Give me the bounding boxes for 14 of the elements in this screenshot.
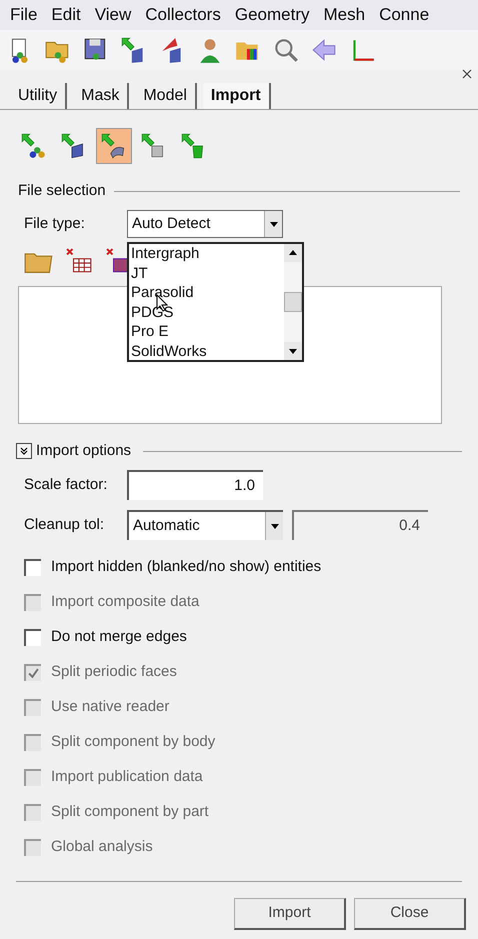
checkbox-label: Import hidden (blanked/no show) entities [51, 557, 322, 578]
checkbox-label: Global analysis [51, 837, 153, 858]
checkbox-label: Split component by part [51, 802, 209, 822]
checkbox-label: Import publication data [51, 767, 203, 788]
checkbox-label: Import composite data [51, 592, 200, 612]
checkbox-label: Split periodic faces [51, 662, 177, 682]
section-title: File selection [18, 180, 106, 201]
field-label: File type: [24, 214, 86, 234]
field-label: Scale factor: [24, 474, 108, 495]
checkbox-label: Split component by body [51, 732, 216, 752]
field-label: Cleanup tol: [24, 514, 106, 535]
section-title: Import options [36, 440, 132, 461]
checkbox-label: Use native reader [51, 697, 170, 718]
checkbox-label: Do not merge edges [51, 627, 187, 648]
